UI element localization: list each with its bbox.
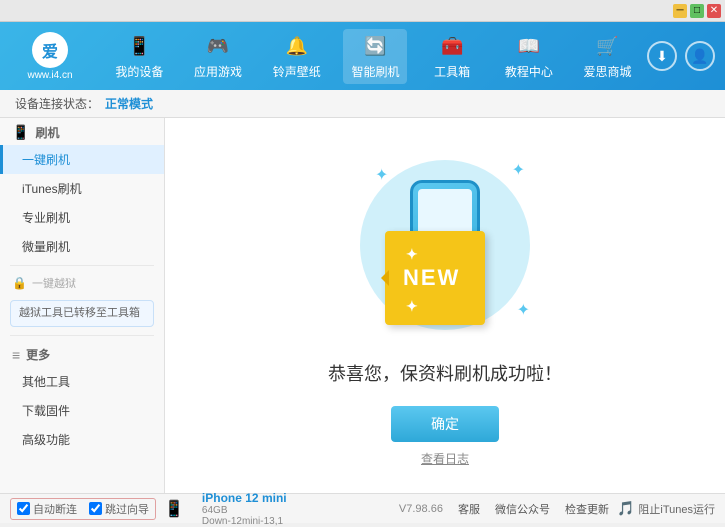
- maximize-button[interactable]: □: [690, 4, 704, 18]
- nav-apps-games-label: 应用游戏: [194, 63, 242, 80]
- sidebar-locked-jailbreak: 🔒 一键越狱: [0, 270, 164, 296]
- nav-tutorials[interactable]: 📖 教程中心: [497, 29, 561, 84]
- logo-icon: 爱: [32, 32, 68, 68]
- lock-icon: 🔒: [12, 276, 27, 290]
- sidebar-section-flash: 📱 刷机: [0, 118, 164, 145]
- ringtones-icon: 🔔: [283, 33, 311, 61]
- nav-toolbox[interactable]: 🧰 工具箱: [422, 29, 482, 84]
- smart-flash-icon: 🔄: [361, 33, 389, 61]
- sidebar-section-more: ≡ 更多: [0, 340, 164, 367]
- nav-my-device-label: 我的设备: [115, 63, 163, 80]
- nav-toolbox-label: 工具箱: [434, 63, 470, 80]
- device-info: iPhone 12 mini 64GB Down-12mini-13,1: [202, 491, 287, 527]
- sparkle-top-left: ✦: [375, 165, 388, 185]
- sidebar-item-pro-flash[interactable]: 专业刷机: [0, 203, 164, 232]
- logo-subtitle: www.i4.cn: [27, 70, 72, 81]
- skip-wizard-input[interactable]: [89, 502, 102, 515]
- logo-area: 爱 www.i4.cn: [10, 32, 90, 81]
- sidebar: 📱 刷机 一键刷机 iTunes刷机 专业刷机 微量刷机 🔒 一键越狱 越狱工具…: [0, 118, 165, 493]
- sidebar-item-itunes-flash[interactable]: iTunes刷机: [0, 174, 164, 203]
- star-left: ✦: [406, 246, 420, 262]
- nav-bar: 📱 我的设备 🎮 应用游戏 🔔 铃声壁纸 🔄 智能刷机 🧰 工具箱 📖 教程中心…: [100, 29, 647, 84]
- flash-section-label: 刷机: [35, 124, 59, 141]
- star-right: ✦: [406, 298, 420, 314]
- sidebar-divider-1: [10, 265, 154, 266]
- main-area: 📱 刷机 一键刷机 iTunes刷机 专业刷机 微量刷机 🔒 一键越狱 越狱工具…: [0, 118, 725, 493]
- bottom-right: V7.98.66 客服 微信公众号 检查更新: [399, 501, 609, 517]
- bottom-bar: 自动断连 跳过向导 📱 iPhone 12 mini 64GB Down-12m…: [0, 493, 725, 523]
- sparkle-bottom-right: ✦: [517, 300, 530, 320]
- sidebar-divider-2: [10, 335, 154, 336]
- nav-apps-games[interactable]: 🎮 应用游戏: [186, 29, 250, 84]
- nav-mall[interactable]: 🛒 爱思商城: [576, 29, 640, 84]
- nav-smart-flash[interactable]: 🔄 智能刷机: [343, 29, 407, 84]
- device-icon: 📱: [164, 499, 184, 519]
- new-badge-text: NEW: [403, 265, 460, 290]
- version-label: V7.98.66: [399, 503, 443, 515]
- title-bar: ─ □ ✕: [0, 0, 725, 22]
- skip-wizard-checkbox[interactable]: 跳过向导: [89, 501, 149, 517]
- itunes-icon: 🎵: [617, 500, 634, 517]
- apps-games-icon: 🎮: [204, 33, 232, 61]
- customer-service-link[interactable]: 客服: [458, 501, 480, 517]
- header: 爱 www.i4.cn 📱 我的设备 🎮 应用游戏 🔔 铃声壁纸 🔄 智能刷机 …: [0, 22, 725, 90]
- my-device-icon: 📱: [125, 33, 153, 61]
- checkbox-group: 自动断连 跳过向导: [10, 498, 156, 520]
- sidebar-item-advanced[interactable]: 高级功能: [0, 425, 164, 454]
- nav-tutorials-label: 教程中心: [505, 63, 553, 80]
- confirm-button[interactable]: 确定: [391, 406, 499, 442]
- new-ribbon: ✦ NEW ✦: [385, 231, 485, 325]
- flash-section-icon: 📱: [12, 124, 29, 141]
- sidebar-item-download-firmware[interactable]: 下载固件: [0, 396, 164, 425]
- more-section-icon: ≡: [12, 347, 20, 363]
- header-right: ⬇ 👤: [647, 41, 715, 71]
- device-storage: 64GB: [202, 505, 287, 516]
- auto-connect-label: 自动断连: [33, 501, 77, 517]
- toolbox-icon: 🧰: [438, 33, 466, 61]
- mall-icon: 🛒: [594, 33, 622, 61]
- secondary-link[interactable]: 查看日志: [421, 450, 469, 467]
- wechat-official-link[interactable]: 微信公众号: [495, 501, 550, 517]
- nav-mall-label: 爱思商城: [584, 63, 632, 80]
- content-area: ✦ ✦ ✦ ✦ NEW ✦ 恭喜您，保资料刷机成功啦！ 确定 查看日志: [165, 118, 725, 493]
- itunes-status-label: 阻止iTunes运行: [638, 501, 715, 517]
- check-update-link[interactable]: 检查更新: [565, 501, 609, 517]
- tutorials-icon: 📖: [515, 33, 543, 61]
- sparkle-top-right: ✦: [512, 160, 525, 180]
- profile-button[interactable]: 👤: [685, 41, 715, 71]
- itunes-status[interactable]: 🎵 阻止iTunes运行: [617, 500, 715, 517]
- sidebar-item-one-click-flash[interactable]: 一键刷机: [0, 145, 164, 174]
- status-label: 设备连接状态：: [15, 95, 99, 112]
- more-section-label: 更多: [26, 346, 50, 363]
- status-bar: 设备连接状态： 正常模式: [0, 90, 725, 118]
- auto-connect-input[interactable]: [17, 502, 30, 515]
- device-os: Down-12mini-13,1: [202, 516, 287, 527]
- download-button[interactable]: ⬇: [647, 41, 677, 71]
- minimize-button[interactable]: ─: [673, 4, 687, 18]
- skip-wizard-label: 跳过向导: [105, 501, 149, 517]
- sidebar-item-other-tools[interactable]: 其他工具: [0, 367, 164, 396]
- nav-ringtones-label: 铃声壁纸: [273, 63, 321, 80]
- close-button[interactable]: ✕: [707, 4, 721, 18]
- nav-ringtones[interactable]: 🔔 铃声壁纸: [265, 29, 329, 84]
- auto-connect-checkbox[interactable]: 自动断连: [17, 501, 77, 517]
- phone-illustration: ✦ ✦ ✦ ✦ NEW ✦: [345, 145, 545, 345]
- nav-smart-flash-label: 智能刷机: [351, 63, 399, 80]
- success-text: 恭喜您，保资料刷机成功啦！: [328, 360, 562, 386]
- nav-my-device[interactable]: 📱 我的设备: [107, 29, 171, 84]
- jailbreak-label: 一键越狱: [32, 275, 76, 291]
- jailbreak-notice: 越狱工具已转移至工具箱: [10, 300, 154, 327]
- sidebar-item-micro-flash[interactable]: 微量刷机: [0, 232, 164, 261]
- status-value: 正常模式: [105, 95, 153, 112]
